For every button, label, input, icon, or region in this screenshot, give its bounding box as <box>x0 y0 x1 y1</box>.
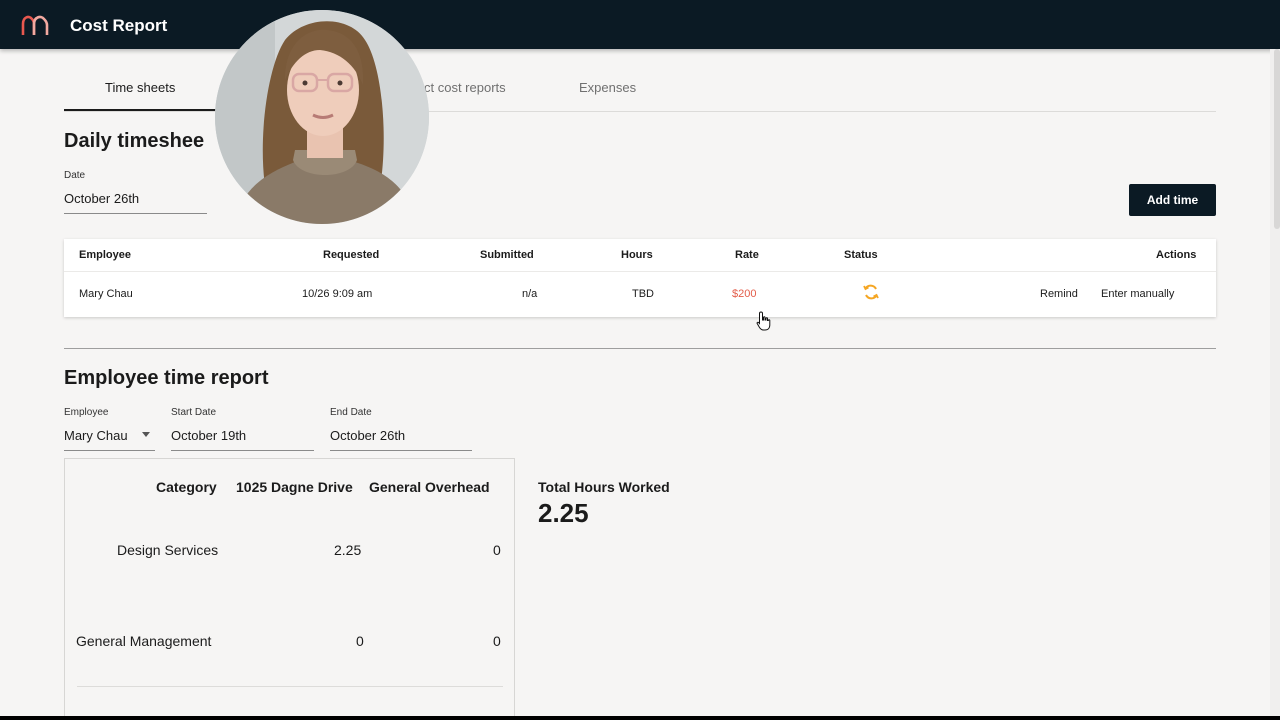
enter-manually-link[interactable]: Enter manually <box>1101 288 1174 300</box>
sync-icon <box>863 284 879 300</box>
total-hours-label: Total Hours Worked <box>538 479 670 495</box>
cell-design-overhead: 0 <box>493 542 501 558</box>
end-date-label: End Date <box>330 407 372 418</box>
col-hours: Hours <box>621 249 653 261</box>
table-header-divider <box>64 271 1216 272</box>
col-employee: Employee <box>79 249 131 261</box>
start-date-label: Start Date <box>171 407 217 418</box>
section-divider <box>64 348 1216 349</box>
header-general-overhead: General Overhead <box>369 479 490 495</box>
top-bar: Cost Report <box>0 0 1280 49</box>
employee-time-report-title: Employee time report <box>64 367 269 389</box>
scrollbar-thumb[interactable] <box>1274 49 1280 229</box>
add-time-button[interactable]: Add time <box>1129 184 1216 216</box>
app-frame: Cost Report Time sheets ct cost reports … <box>0 0 1280 716</box>
tab-time-sheets[interactable]: Time sheets <box>105 80 175 95</box>
cell-requested: 10/26 9:09 am <box>302 288 373 300</box>
header-1025-dagne-drive: 1025 Dagne Drive <box>236 479 353 495</box>
active-tab-indicator <box>64 109 219 111</box>
col-status: Status <box>844 249 878 261</box>
presenter-webcam <box>215 10 429 224</box>
tab-project-cost-reports[interactable]: ct cost reports <box>424 80 506 95</box>
col-rate: Rate <box>735 249 759 261</box>
chevron-down-icon <box>142 432 150 437</box>
col-requested: Requested <box>323 249 380 261</box>
date-field[interactable]: October 26th <box>64 191 207 214</box>
arch-logo-icon <box>21 15 49 35</box>
cell-design-dagne: 2.25 <box>334 542 362 558</box>
col-actions: Actions <box>1156 249 1197 261</box>
header-category: Category <box>156 479 217 495</box>
category-hours-table: Category 1025 Dagne Drive General Overhe… <box>64 458 515 716</box>
cell-employee: Mary Chau <box>79 288 133 300</box>
cell-management-overhead: 0 <box>493 633 501 649</box>
cell-submitted: n/a <box>522 288 538 300</box>
cell-management-dagne: 0 <box>356 633 364 649</box>
start-date-field[interactable]: October 19th <box>171 428 314 451</box>
cell-hours: TBD <box>632 288 654 300</box>
remind-link[interactable]: Remind <box>1040 288 1078 300</box>
timesheet-table: Employee Requested Submitted Hours Rate … <box>64 239 1216 317</box>
date-label: Date <box>64 170 86 181</box>
category-design-services: Design Services <box>117 542 219 558</box>
employee-label: Employee <box>64 407 109 418</box>
table-row-divider <box>77 686 503 687</box>
presenter-video-frame <box>215 10 429 224</box>
hand-cursor-icon <box>756 311 771 331</box>
total-hours-value: 2.25 <box>538 498 589 528</box>
end-date-field[interactable]: October 26th <box>330 428 472 451</box>
category-general-management: General Management <box>76 633 212 649</box>
app-title: Cost Report <box>70 16 168 35</box>
tab-expenses[interactable]: Expenses <box>579 80 636 95</box>
daily-timesheet-title: Daily timeshee <box>64 130 205 152</box>
col-submitted: Submitted <box>480 249 534 261</box>
cell-rate: $200 <box>732 288 757 300</box>
